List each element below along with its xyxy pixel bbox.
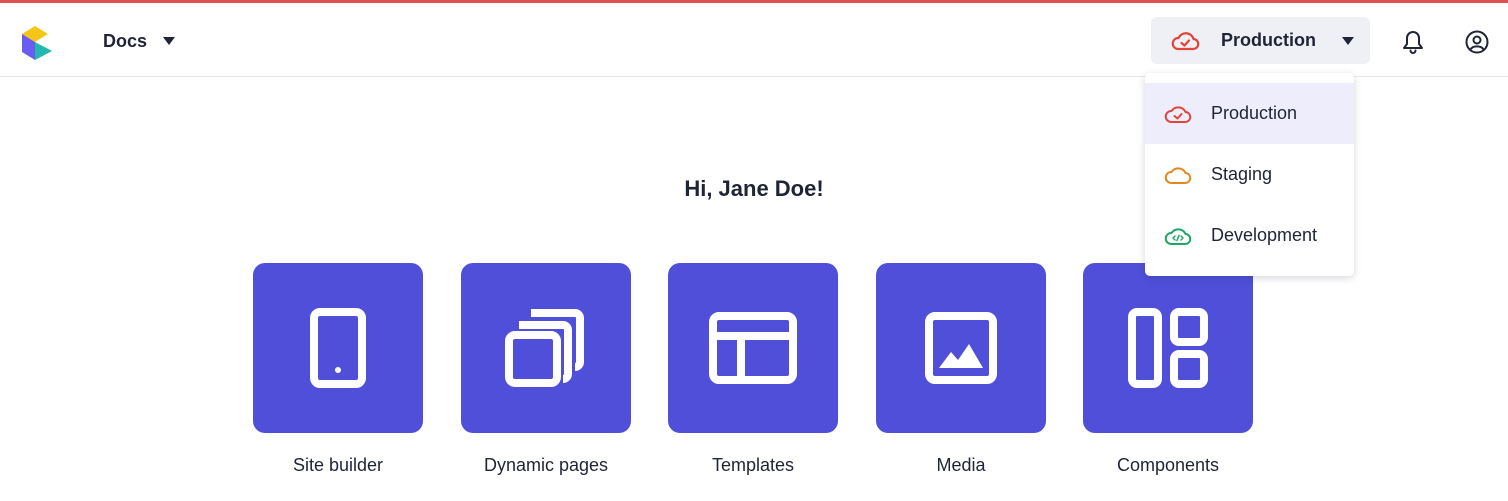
app-logo[interactable] bbox=[18, 23, 54, 63]
environment-selector-button[interactable]: Production bbox=[1151, 17, 1370, 64]
cloud-code-icon bbox=[1164, 228, 1192, 245]
cloud-check-icon bbox=[1171, 32, 1200, 51]
tile-templates[interactable]: Templates bbox=[668, 263, 838, 476]
user-circle-icon[interactable] bbox=[1465, 30, 1489, 54]
mobile-device-icon bbox=[310, 308, 366, 388]
option-label: Staging bbox=[1211, 164, 1273, 184]
components-grid-icon bbox=[1128, 308, 1208, 388]
environment-option-staging[interactable]: Staging bbox=[1145, 144, 1354, 205]
image-icon bbox=[925, 312, 997, 384]
tile-media[interactable]: Media bbox=[876, 263, 1046, 476]
tile-label: Templates bbox=[711, 455, 795, 475]
stacked-pages-icon bbox=[505, 309, 584, 387]
tile-label: Components bbox=[1116, 455, 1220, 475]
project-switcher[interactable]: Docs bbox=[103, 27, 176, 55]
option-label: Production bbox=[1211, 103, 1298, 123]
option-label: Development bbox=[1211, 225, 1318, 245]
environment-option-production[interactable]: Production bbox=[1145, 83, 1354, 144]
caret-down-icon bbox=[1342, 37, 1354, 45]
tile-components[interactable]: Components bbox=[1083, 263, 1253, 476]
tile-icon-box bbox=[876, 263, 1046, 433]
cloud-check-icon bbox=[1164, 106, 1192, 123]
top-navbar: Docs Production bbox=[0, 3, 1508, 77]
environment-option-development[interactable]: Development bbox=[1145, 205, 1354, 266]
cloud-icon bbox=[1164, 167, 1192, 184]
tile-dynamic-pages[interactable]: Dynamic pages bbox=[461, 263, 631, 476]
environment-label: Production bbox=[1221, 30, 1316, 50]
tile-site-builder[interactable]: Site builder bbox=[253, 263, 423, 476]
tile-label: Media bbox=[936, 455, 986, 475]
tile-icon-box bbox=[461, 263, 631, 433]
bell-icon[interactable] bbox=[1401, 29, 1425, 55]
tile-label: Dynamic pages bbox=[483, 455, 609, 475]
project-name: Docs bbox=[103, 30, 148, 51]
environment-menu: Production Staging Development bbox=[1145, 73, 1354, 276]
tile-label: Site builder bbox=[292, 455, 384, 475]
tile-icon-box bbox=[253, 263, 423, 433]
caret-down-icon bbox=[163, 37, 176, 45]
layout-template-icon bbox=[709, 312, 797, 384]
tile-icon-box bbox=[1083, 263, 1253, 433]
tile-icon-box bbox=[668, 263, 838, 433]
